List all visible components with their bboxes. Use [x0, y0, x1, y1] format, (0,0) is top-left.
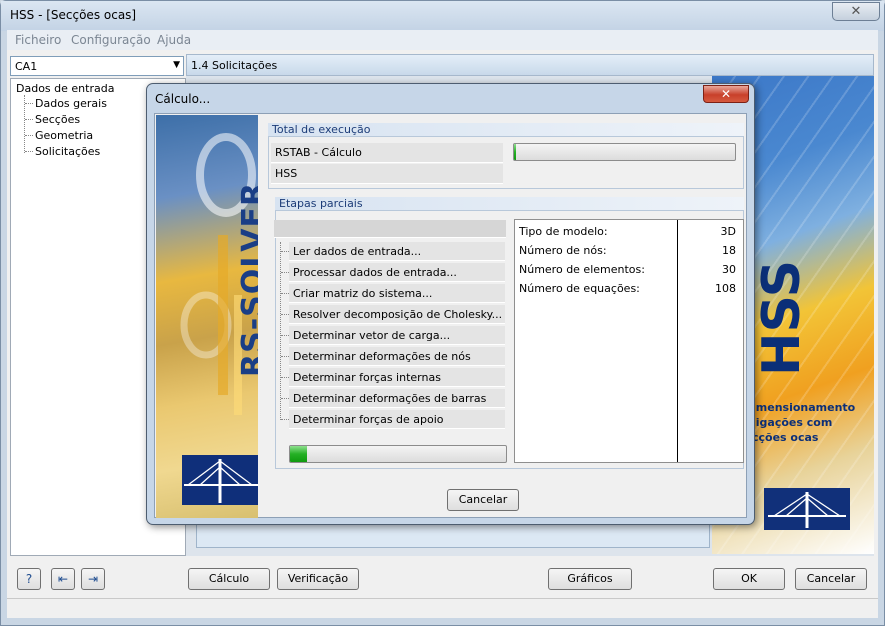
- help-button[interactable]: ?: [17, 568, 41, 590]
- total-row-hss: HSS: [271, 164, 503, 184]
- section-header: 1.4 Solicitações: [186, 54, 874, 76]
- tree-item-solicitacoes[interactable]: Solicitações: [35, 145, 100, 158]
- chevron-down-icon[interactable]: ▼: [173, 60, 180, 70]
- tree-item-dados-gerais[interactable]: Dados gerais: [35, 97, 107, 110]
- partial-progress-fill: [290, 446, 308, 462]
- banner-subtitle-line: imensionamento: [752, 401, 856, 414]
- menu-bar: Ficheiro Configuração Ajuda: [7, 30, 878, 50]
- calc-step: Criar matriz do sistema...: [289, 284, 505, 303]
- steps-connector: [281, 314, 289, 315]
- arrow-right-icon: ⇥: [87, 572, 99, 586]
- total-progress-fill: [514, 144, 517, 160]
- calc-step: Determinar forças internas: [289, 368, 505, 387]
- case-select[interactable]: CA1 ▼: [10, 56, 184, 76]
- steps-connector: [281, 251, 289, 252]
- calc-step: Processar dados de entrada...: [289, 263, 505, 282]
- steps-connector: [280, 242, 281, 420]
- menu-ajuda[interactable]: Ajuda: [157, 33, 191, 47]
- case-select-value: CA1: [15, 60, 38, 73]
- cancel-button[interactable]: Cancelar: [795, 568, 867, 590]
- bridge-logo-icon: [182, 455, 258, 505]
- window-close-button[interactable]: ✕: [832, 2, 880, 21]
- stat-nodes-value: 18: [722, 244, 736, 257]
- steps-connector: [281, 335, 289, 336]
- total-heading: Total de execução: [268, 123, 744, 137]
- calc-step: Determinar vetor de carga...: [289, 326, 505, 345]
- next-button[interactable]: ⇥: [81, 568, 105, 590]
- banner-subtitle-line: cções ocas: [752, 431, 819, 444]
- help-icon: ?: [25, 572, 33, 586]
- steps-connector: [281, 293, 289, 294]
- total-row-rstab: RSTAB - Cálculo: [271, 143, 503, 163]
- title-bar: HSS - [Secções ocas] ✕: [1, 1, 884, 31]
- stat-equations-value: 108: [715, 282, 736, 295]
- partial-progress-bar: [289, 445, 507, 463]
- tree-root[interactable]: Dados de entrada: [16, 82, 114, 95]
- banner-subtitle: imensionamento ligações com cções ocas: [752, 400, 872, 445]
- calculation-button[interactable]: Cálculo: [188, 568, 270, 590]
- banner-subtitle-line: ligações com: [752, 416, 833, 429]
- solver-label: RS-SOLVER: [236, 181, 258, 377]
- previous-button[interactable]: ⇤: [51, 568, 75, 590]
- status-bar: [7, 598, 878, 618]
- model-stats-table: Tipo de modelo: 3D Número de nós: 18 Núm…: [514, 219, 744, 463]
- ok-button[interactable]: OK: [713, 568, 785, 590]
- stat-nodes-label: Número de nós:: [519, 244, 607, 257]
- stat-equations-label: Número de equações:: [519, 282, 640, 295]
- partial-header-cell: [274, 220, 506, 238]
- tree-connector: [25, 135, 33, 136]
- steps-connector: [281, 398, 289, 399]
- calc-step: Determinar forças de apoio: [289, 410, 505, 429]
- calc-step: Determinar deformações de nós: [289, 347, 505, 366]
- dialog-title: Cálculo...: [155, 92, 211, 106]
- stat-elements-label: Número de elementos:: [519, 263, 645, 276]
- stat-model-type-label: Tipo de modelo:: [519, 225, 608, 238]
- tree-item-geometria[interactable]: Geometria: [35, 129, 93, 142]
- total-progress-bar: [513, 143, 736, 161]
- partial-heading: Etapas parciais: [275, 197, 744, 211]
- steps-connector: [281, 272, 289, 273]
- verification-button[interactable]: Verificação: [277, 568, 359, 590]
- rs-solver-image: RS-SOLVER: [156, 115, 258, 518]
- arrow-left-icon: ⇤: [57, 572, 69, 586]
- stats-column-divider: [677, 220, 678, 462]
- tree-connector: [25, 119, 33, 120]
- content-panel: [196, 524, 710, 548]
- calc-step: Determinar deformações de barras: [289, 389, 505, 408]
- section-title: 1.4 Solicitações: [191, 59, 278, 72]
- stat-model-type-value: 3D: [720, 225, 736, 238]
- banner-product-name: HSS: [752, 259, 812, 376]
- menu-configuracao[interactable]: Configuração: [71, 33, 151, 47]
- steps-connector: [281, 377, 289, 378]
- bridge-logo-icon: [764, 488, 850, 530]
- steps-connector: [281, 356, 289, 357]
- tree-connector: [25, 151, 33, 152]
- dialog-cancel-button[interactable]: Cancelar: [447, 489, 519, 511]
- tree-connector: [25, 103, 33, 104]
- window-title: HSS - [Secções ocas]: [10, 8, 137, 22]
- menu-ficheiro[interactable]: Ficheiro: [15, 33, 61, 47]
- stat-elements-value: 30: [722, 263, 736, 276]
- calc-step: Resolver decomposição de Cholesky...: [289, 305, 505, 324]
- graphics-button[interactable]: Gráficos: [548, 568, 632, 590]
- steps-connector: [281, 419, 289, 420]
- calculation-dialog: Cálculo... ✕ RS-SOLVER Total de execução…: [146, 83, 755, 525]
- dialog-close-button[interactable]: ✕: [703, 85, 749, 103]
- calc-step: Ler dados de entrada...: [289, 242, 505, 261]
- tree-item-seccoes[interactable]: Secções: [35, 113, 80, 126]
